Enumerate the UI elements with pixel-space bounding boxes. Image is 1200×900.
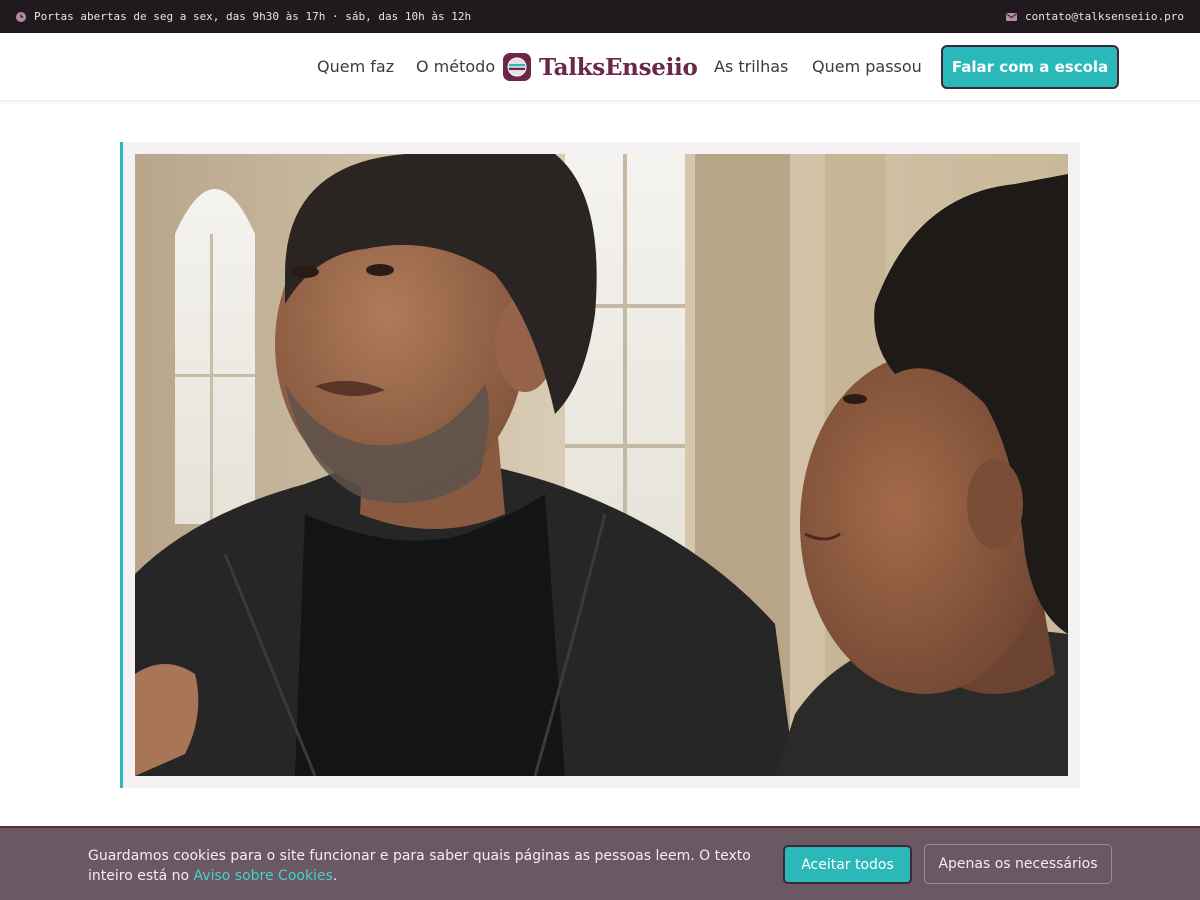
cookie-message-end: .	[332, 868, 338, 884]
nav-link-quem-passou[interactable]: Quem passou	[812, 33, 922, 100]
opening-hours: Portas abertas de seg a sex, das 9h30 às…	[16, 10, 471, 23]
hero-photo	[135, 154, 1068, 776]
nav-link-quem-faz[interactable]: Quem faz	[317, 33, 394, 100]
photo-two-people-talking	[135, 154, 1068, 776]
contact-email-text[interactable]: contato@talksenseiio.pro	[1025, 10, 1184, 23]
hero-image-card	[120, 142, 1080, 788]
contact-email[interactable]: contato@talksenseiio.pro	[1006, 10, 1184, 23]
site-header: Quem faz O método TalksEnseiio As trilha…	[0, 33, 1200, 101]
nav-link-as-trilhas[interactable]: As trilhas	[714, 33, 788, 100]
opening-hours-text: Portas abertas de seg a sex, das 9h30 às…	[34, 10, 472, 23]
cookie-policy-link[interactable]: Aviso sobre Cookies	[194, 868, 333, 884]
accept-all-cookies-button[interactable]: Aceitar todos	[783, 845, 912, 884]
cookie-message: Guardamos cookies para o site funcionar …	[88, 846, 768, 886]
nav-link-o-metodo[interactable]: O método	[416, 33, 495, 100]
envelope-icon	[1006, 12, 1018, 21]
top-info-bar: Portas abertas de seg a sex, das 9h30 às…	[0, 0, 1200, 33]
contact-school-button[interactable]: Falar com a escola	[941, 45, 1119, 89]
necessary-only-cookies-button[interactable]: Apenas os necessários	[924, 844, 1112, 884]
cookie-banner: Guardamos cookies para o site funcionar …	[0, 826, 1200, 900]
cookie-message-text: Guardamos cookies para o site funcionar …	[88, 848, 751, 884]
brand-name: TalksEnseiio	[539, 53, 698, 81]
clock-icon	[16, 11, 26, 22]
site-logo[interactable]: TalksEnseiio	[503, 52, 698, 82]
brand-logo-icon	[503, 53, 531, 81]
